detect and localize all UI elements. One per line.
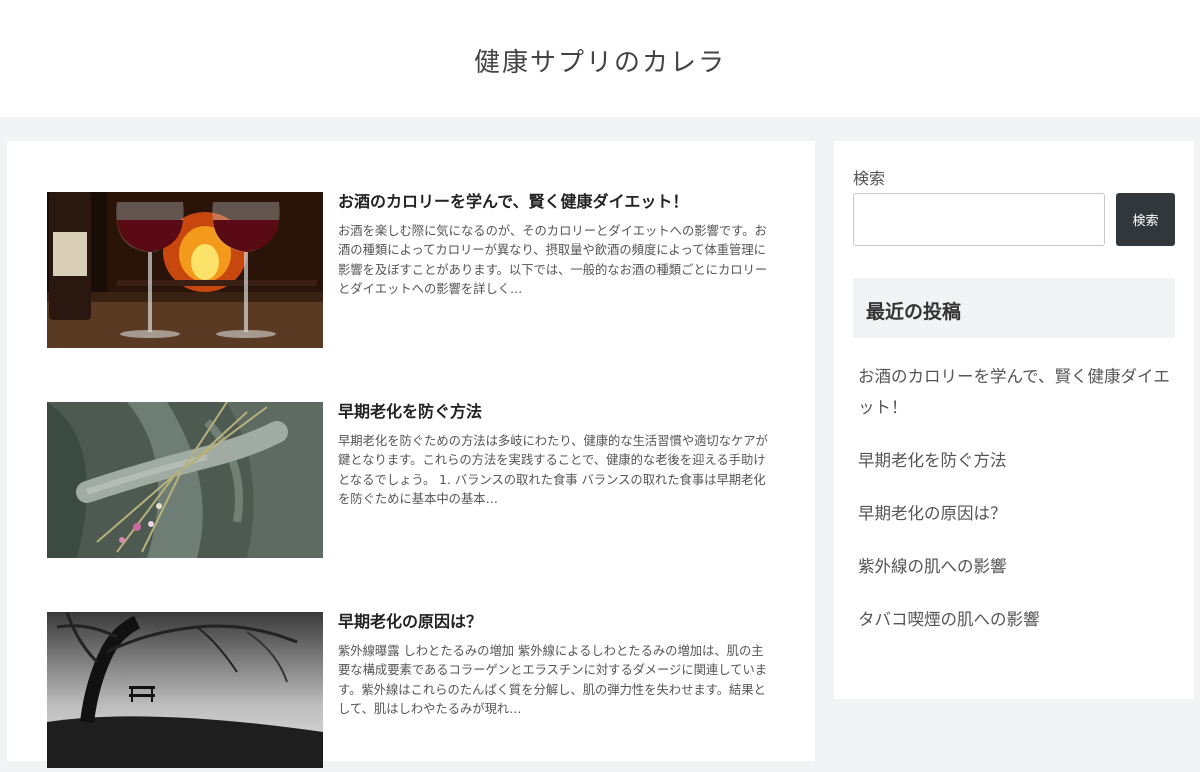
post-title[interactable]: 早期老化の原因は？	[338, 612, 778, 632]
post-card: 早期老化の原因は？ 紫外線曝露 しわとたるみの増加 紫外線によるしわとたるみの増…	[47, 612, 777, 772]
recent-post-link[interactable]: お酒のカロリーを学んで、賢く健康ダイエット！	[858, 361, 1174, 423]
search-button[interactable]: 検索	[1116, 193, 1175, 246]
post-title[interactable]: 早期老化を防ぐ方法	[338, 402, 778, 422]
recent-post-link[interactable]: タバコ喫煙の肌への影響	[858, 604, 1174, 635]
search-label: 検索	[853, 169, 886, 188]
site-title[interactable]: 健康サプリのカレラ	[0, 42, 1200, 79]
recent-post-link[interactable]: 早期老化を防ぐ方法	[858, 445, 1174, 476]
post-thumbnail-tree[interactable]	[47, 612, 323, 768]
post-thumbnail-wine[interactable]	[47, 192, 323, 348]
recent-post-link[interactable]: 紫外線の肌への影響	[858, 551, 1174, 582]
statue-flowers-image	[47, 402, 323, 558]
site-header: 健康サプリのカレラ	[0, 0, 1200, 117]
recent-posts-list: お酒のカロリーを学んで、賢く健康ダイエット！ 早期老化を防ぐ方法 早期老化の原因…	[858, 361, 1174, 657]
post-excerpt: 紫外線曝露 しわとたるみの増加 紫外線によるしわとたるみの増加は、肌の主要な構成…	[338, 644, 768, 716]
post-card: お酒のカロリーを学んで、賢く健康ダイエット！ お酒を楽しむ際に気になるのが、その…	[47, 192, 777, 352]
post-excerpt: お酒を楽しむ際に気になるのが、そのカロリーとダイエットへの影響です。お酒の種類に…	[338, 224, 768, 296]
post-list: お酒のカロリーを学んで、賢く健康ダイエット！ お酒を楽しむ際に気になるのが、その…	[7, 141, 815, 768]
tree-bench-image	[47, 612, 323, 768]
post-thumbnail-statue[interactable]	[47, 402, 323, 558]
sidebar: 検索 検索 最近の投稿 お酒のカロリーを学んで、賢く健康ダイエット！ 早期老化を…	[834, 141, 1194, 699]
wine-glasses-image	[47, 192, 323, 348]
recent-post-link[interactable]: 早期老化の原因は？	[858, 498, 1174, 529]
search-input[interactable]	[853, 193, 1105, 246]
recent-posts-title: 最近の投稿	[866, 301, 962, 323]
post-title[interactable]: お酒のカロリーを学んで、賢く健康ダイエット！	[338, 192, 778, 212]
recent-posts-header: 最近の投稿	[853, 278, 1175, 338]
post-card: 早期老化を防ぐ方法 早期老化を防ぐための方法は多岐にわたり、健康的な生活習慣や適…	[47, 402, 777, 562]
post-excerpt: 早期老化を防ぐための方法は多岐にわたり、健康的な生活習慣や適切なケアが鍵となりま…	[338, 434, 768, 506]
